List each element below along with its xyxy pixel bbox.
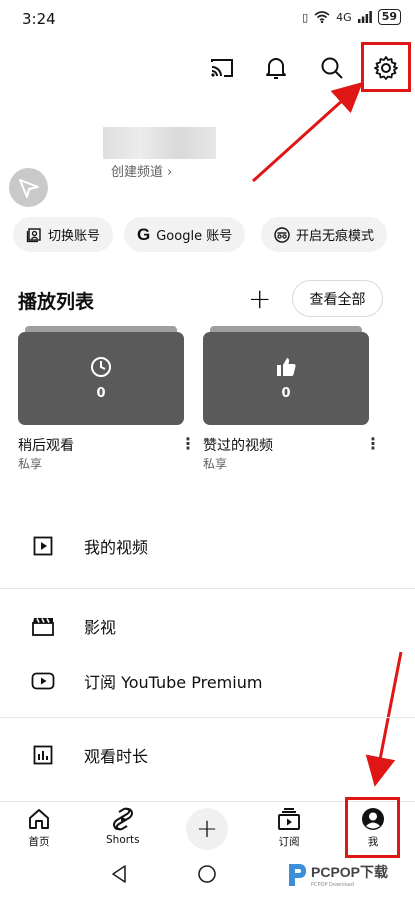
chip-label: 开启无痕模式 bbox=[296, 229, 375, 244]
nav-label: Shorts bbox=[106, 834, 140, 846]
menu-label: 订阅 YouTube Premium bbox=[84, 673, 263, 692]
playlists-title: 播放列表 bbox=[18, 291, 95, 313]
shorts-icon bbox=[112, 807, 133, 831]
watermark-brand-text: PCPOP下载 bbox=[311, 864, 389, 880]
playlist-privacy: 私享 bbox=[18, 457, 43, 471]
nav-subscriptions[interactable]: 订阅 bbox=[277, 807, 301, 849]
home-icon bbox=[29, 809, 49, 829]
menu-item-movies[interactable]: 影视 bbox=[0, 598, 415, 654]
watermark-brand: PCPOP下载 PCPOP Download bbox=[286, 862, 388, 888]
playlist-thumbnail[interactable]: 0 bbox=[18, 332, 184, 425]
chip-label: 切换账号 bbox=[48, 229, 101, 244]
menu-item-my-videos[interactable]: 我的视频 bbox=[0, 518, 415, 574]
playlist-title[interactable]: 稍后观看 bbox=[18, 435, 74, 455]
playlist-privacy: 私享 bbox=[203, 457, 228, 471]
divider bbox=[0, 717, 415, 718]
nav-home[interactable]: 首页 bbox=[27, 807, 51, 849]
clapperboard-icon bbox=[28, 611, 58, 641]
divider bbox=[0, 588, 415, 589]
menu-label: 影视 bbox=[84, 618, 117, 637]
nav-label: 首页 bbox=[28, 836, 50, 848]
google-icon: G bbox=[137, 224, 151, 244]
watermark-brand-sub: PCPOP Download bbox=[311, 882, 354, 888]
playlist-card-liked-videos[interactable]: 0 bbox=[203, 326, 369, 425]
play-square-icon bbox=[28, 531, 58, 561]
playlist-count: 0 bbox=[281, 386, 291, 401]
playlist-card-watch-later[interactable]: 0 bbox=[18, 326, 184, 425]
view-all-button[interactable]: 查看全部 bbox=[292, 280, 383, 317]
more-vert-icon[interactable]: ⋮ bbox=[365, 434, 381, 453]
chip-google-account[interactable]: G Google 账号 bbox=[124, 217, 246, 252]
playlist-thumbnail[interactable]: 0 bbox=[203, 332, 369, 425]
subscriptions-icon bbox=[278, 808, 300, 830]
menu-label: 观看时长 bbox=[84, 747, 149, 766]
youtube-icon bbox=[28, 666, 58, 696]
chip-incognito[interactable]: 开启无痕模式 bbox=[261, 217, 388, 252]
menu-item-premium[interactable]: 订阅 YouTube Premium bbox=[0, 653, 415, 709]
menu-item-watch-time[interactable]: 观看时长 bbox=[0, 727, 415, 783]
chip-switch-account[interactable]: 切换账号 bbox=[13, 217, 114, 252]
playlist-title[interactable]: 赞过的视频 bbox=[203, 435, 273, 455]
back-nav-icon[interactable] bbox=[110, 864, 128, 888]
arrow-to-settings bbox=[251, 81, 363, 183]
playlist-count: 0 bbox=[96, 386, 106, 401]
menu-label: 我的视频 bbox=[84, 538, 149, 557]
create-channel-link[interactable]: 创建频道 › bbox=[111, 161, 172, 180]
create-button[interactable]: + bbox=[186, 808, 228, 850]
chip-label: Google 账号 bbox=[156, 229, 233, 244]
channel-name-blurred bbox=[103, 127, 216, 159]
pcpop-logo-icon bbox=[289, 864, 306, 886]
thumbs-up-icon bbox=[277, 358, 296, 376]
more-vert-icon[interactable]: ⋮ bbox=[180, 434, 196, 453]
clock-icon bbox=[91, 357, 111, 377]
bar-chart-icon bbox=[28, 740, 58, 770]
home-nav-icon[interactable] bbox=[197, 864, 217, 888]
incognito-icon bbox=[274, 226, 290, 243]
paper-plane-logo-icon bbox=[9, 168, 48, 207]
nav-label: 订阅 bbox=[278, 836, 300, 848]
me-annotation-box bbox=[345, 797, 400, 858]
nav-shorts[interactable]: Shorts bbox=[106, 807, 140, 846]
switch-account-icon bbox=[26, 227, 41, 242]
add-playlist-button[interactable]: + bbox=[248, 285, 271, 313]
